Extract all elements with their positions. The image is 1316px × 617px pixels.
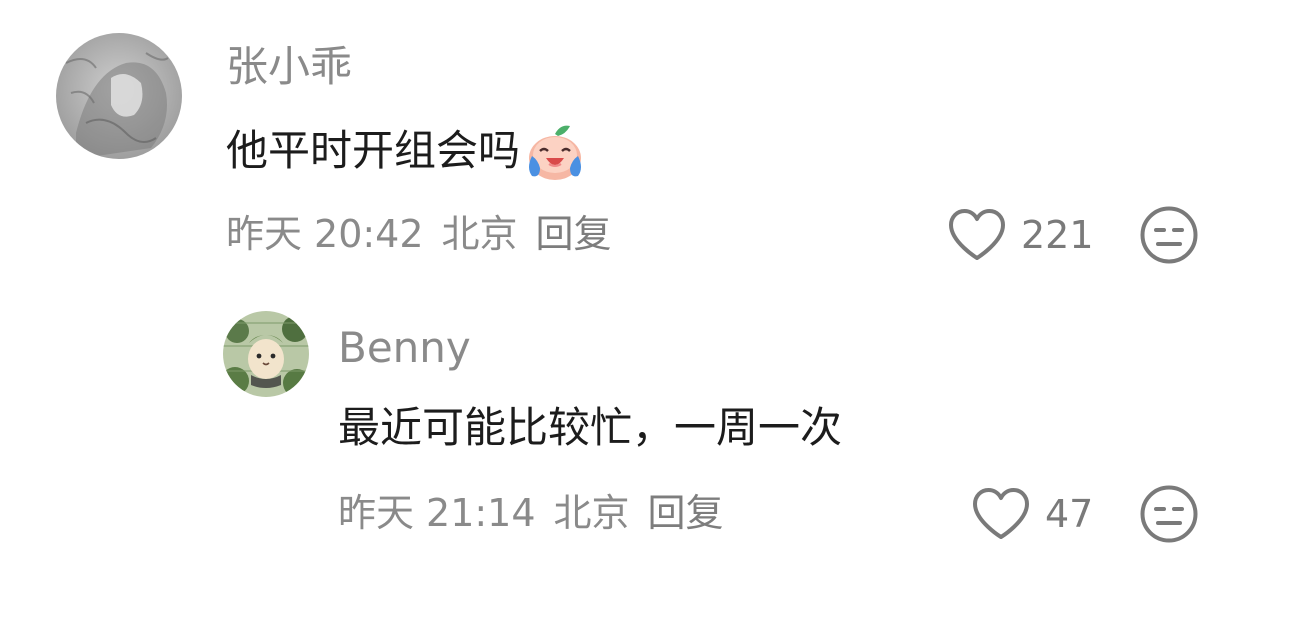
- comment-meta: 昨天 20:42 北京 回复: [226, 215, 612, 253]
- heart-outline-icon: [949, 209, 1005, 260]
- comment-text-row: 最近可能比较忙，一周一次: [338, 405, 842, 451]
- avatar-image: [223, 311, 309, 397]
- comment-location: 北京: [441, 212, 518, 256]
- comment-time: 20:42: [314, 212, 424, 256]
- dislike-button[interactable]: [1139, 205, 1199, 265]
- reply-button[interactable]: 回复: [648, 494, 724, 532]
- avatar[interactable]: [56, 33, 182, 159]
- comment-date: 昨天: [338, 491, 415, 535]
- meh-face-icon: [1140, 485, 1198, 543]
- like-button[interactable]: 221: [947, 208, 1094, 262]
- reply-button[interactable]: 回复: [536, 215, 612, 253]
- avatar-image: [56, 33, 182, 159]
- comment-text: 最近可能比较忙，一周一次: [338, 403, 843, 452]
- heart-outline-icon: [973, 488, 1029, 539]
- laughing-crying-peach-emoji-icon: [522, 118, 588, 184]
- like-count: 221: [1021, 213, 1094, 257]
- avatar[interactable]: [223, 311, 309, 397]
- like-button[interactable]: 47: [971, 487, 1093, 541]
- username[interactable]: Benny: [338, 327, 471, 369]
- comment-text: 他平时开组会吗: [226, 126, 521, 175]
- comment-text-row: 他平时开组会吗: [226, 118, 588, 184]
- meh-face-icon: [1140, 206, 1198, 264]
- like-count: 47: [1045, 492, 1094, 536]
- comment-meta: 昨天 21:14 北京 回复: [338, 494, 724, 532]
- dislike-button[interactable]: [1139, 484, 1199, 544]
- username[interactable]: 张小乖: [226, 46, 352, 88]
- comment-time: 21:14: [426, 491, 536, 535]
- comment-date: 昨天: [226, 212, 303, 256]
- comment-location: 北京: [553, 491, 630, 535]
